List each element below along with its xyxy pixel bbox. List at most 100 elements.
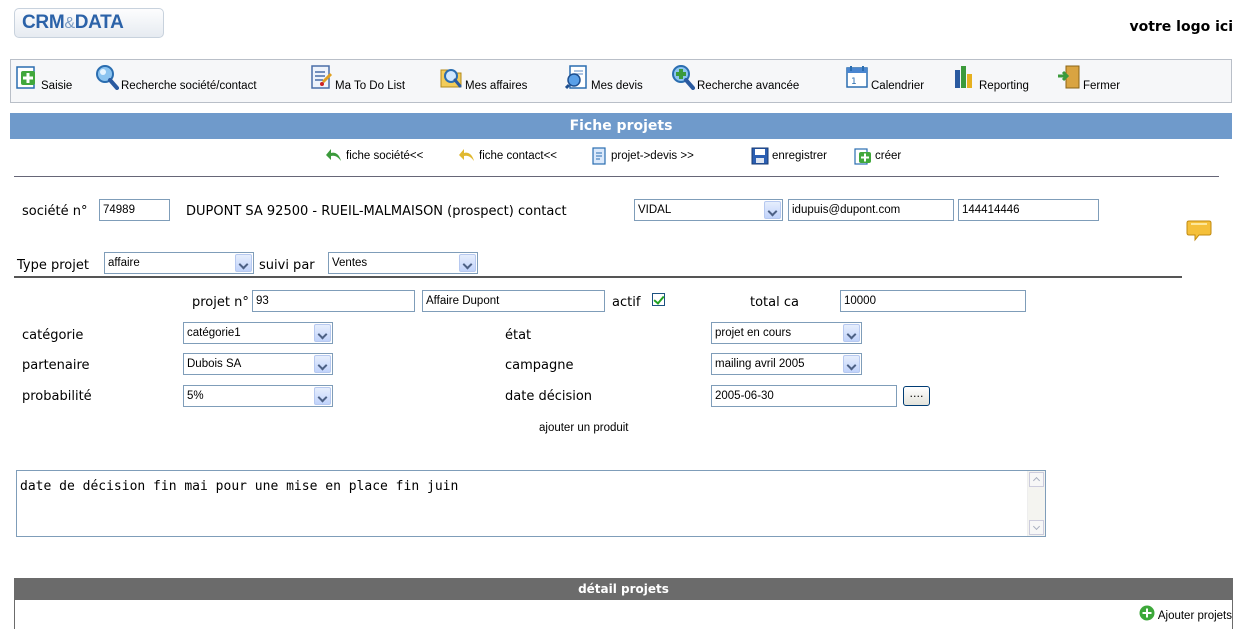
add-document-icon (15, 64, 39, 90)
etat-value: projet en cours (715, 327, 792, 339)
page-title-bar: Fiche projets (10, 113, 1232, 139)
logo-amp-text: & (64, 15, 75, 32)
todo-list-icon (309, 64, 333, 90)
chevron-down-icon (314, 324, 331, 342)
probabilite-value: 5% (187, 390, 204, 402)
creer-label: créer (875, 150, 902, 162)
societe-number-label: société n° (22, 204, 88, 219)
type-projet-select[interactable]: affaire (104, 252, 254, 274)
toolbar-saisie-label: Saisie (41, 80, 73, 92)
notes-textarea[interactable]: date de décision fin mai pour une mise e… (16, 470, 1046, 537)
logo-placeholder-text: votre logo ici (1129, 19, 1233, 35)
etat-select[interactable]: projet en cours (711, 322, 862, 344)
etat-label: état (505, 328, 532, 343)
document-icon (590, 147, 608, 165)
toolbar-reporting[interactable]: Reporting (953, 64, 1029, 98)
date-decision-input[interactable] (711, 385, 897, 407)
actif-label: actif (612, 295, 641, 310)
partenaire-select[interactable]: Dubois SA (183, 353, 333, 375)
projet-number-label: projet n° (192, 295, 249, 310)
phone-field[interactable] (958, 199, 1099, 221)
societe-description: DUPONT SA 92500 - RUEIL-MALMAISON (prosp… (186, 204, 567, 219)
email-field[interactable] (788, 199, 954, 221)
toolbar-recherche-societe-label: Recherche société/contact (121, 80, 257, 92)
toolbar-todo-list[interactable]: Ma To Do List (309, 64, 405, 98)
toolbar-recherche-societe[interactable]: Recherche société/contact (95, 64, 257, 98)
projet-number-input[interactable] (252, 290, 415, 312)
toolbar-calendrier[interactable]: 1 Calendrier (845, 64, 924, 98)
calendar-icon: 1 (845, 64, 869, 90)
chevron-down-icon (314, 355, 331, 373)
scroll-down-arrow-icon[interactable] (1029, 520, 1044, 535)
divider-middle (14, 276, 1182, 278)
total-ca-input[interactable] (840, 290, 1026, 312)
scroll-up-arrow-icon[interactable] (1029, 472, 1044, 487)
fiche-contact-link[interactable]: fiche contact<< (458, 145, 557, 167)
folder-search-icon (439, 64, 463, 90)
back-arrow-yellow-icon (458, 147, 476, 165)
suivi-par-label: suivi par (259, 258, 315, 273)
suivi-par-select[interactable]: Ventes (328, 252, 478, 274)
svg-text:1: 1 (851, 77, 857, 87)
fiche-societe-link[interactable]: fiche société<< (325, 145, 423, 167)
categorie-label: catégorie (22, 328, 84, 343)
magnifier-icon (95, 64, 119, 90)
logo-crm-text: CRM (22, 12, 65, 33)
toolbar-calendrier-label: Calendrier (871, 80, 925, 92)
bar-chart-icon (953, 64, 977, 90)
projet-devis-label: projet->devis >> (611, 150, 694, 162)
toolbar-mes-devis-label: Mes devis (591, 80, 643, 92)
enregistrer-button[interactable]: enregistrer (751, 145, 827, 167)
toolbar-todo-list-label: Ma To Do List (335, 80, 406, 92)
comment-bubble-icon[interactable] (1186, 219, 1212, 243)
toolbar-recherche-avancee-label: Recherche avancée (697, 80, 800, 92)
back-arrow-green-icon (325, 147, 343, 165)
creer-button[interactable]: créer (854, 145, 901, 167)
actif-checkbox[interactable] (652, 293, 665, 306)
add-document-icon (854, 147, 872, 165)
suivi-par-value: Ventes (332, 257, 368, 269)
ajouter-projets-label: Ajouter projets (1157, 610, 1232, 622)
campagne-select[interactable]: mailing avril 2005 (711, 353, 862, 375)
divider-top (14, 176, 1219, 177)
detail-projets-header: détail projets (14, 578, 1233, 600)
detail-projets-panel (14, 600, 1233, 629)
toolbar-reporting-label: Reporting (979, 80, 1029, 92)
notes-scrollbar[interactable] (1027, 471, 1045, 536)
campagne-label: campagne (505, 358, 574, 373)
toolbar-fermer[interactable]: Fermer (1057, 64, 1120, 98)
date-picker-button[interactable]: .... (903, 386, 930, 406)
type-projet-value: affaire (108, 257, 140, 269)
total-ca-label: total ca (750, 295, 799, 310)
add-circle-icon (1139, 605, 1155, 621)
chevron-down-icon (459, 254, 476, 272)
toolbar-mes-devis[interactable]: Mes devis (564, 64, 643, 98)
chevron-down-icon (314, 387, 331, 405)
probabilite-label: probabilité (22, 389, 92, 404)
probabilite-select[interactable]: 5% (183, 385, 333, 407)
ajouter-produit-link[interactable]: ajouter un produit (539, 422, 629, 434)
main-toolbar: Saisie Recherche société/contact Ma To D… (10, 59, 1232, 103)
categorie-select[interactable]: catégorie1 (183, 322, 333, 344)
quote-search-icon (564, 64, 589, 90)
contact-select-value: VIDAL (638, 204, 672, 216)
toolbar-recherche-avancee[interactable]: Recherche avancée (671, 64, 799, 98)
fiche-societe-label: fiche société<< (346, 150, 424, 162)
projet-devis-link[interactable]: projet->devis >> (590, 145, 694, 167)
logo-data-text: DATA (74, 12, 124, 33)
partenaire-value: Dubois SA (187, 358, 242, 370)
advanced-search-icon (671, 64, 695, 90)
type-projet-label: Type projet (17, 258, 89, 273)
toolbar-fermer-label: Fermer (1083, 80, 1121, 92)
partenaire-label: partenaire (22, 358, 90, 373)
societe-number-input[interactable] (99, 199, 170, 221)
crm-data-logo: CRM&DATA (14, 8, 164, 38)
chevron-down-icon (843, 355, 860, 373)
ajouter-projets-button[interactable]: Ajouter projets (1139, 605, 1232, 624)
toolbar-saisie[interactable]: Saisie (15, 64, 72, 98)
projet-name-input[interactable] (422, 290, 605, 312)
chevron-down-icon (843, 324, 860, 342)
contact-select[interactable]: VIDAL (634, 199, 783, 221)
toolbar-mes-affaires[interactable]: Mes affaires (439, 64, 527, 98)
fiche-contact-label: fiche contact<< (479, 150, 557, 162)
